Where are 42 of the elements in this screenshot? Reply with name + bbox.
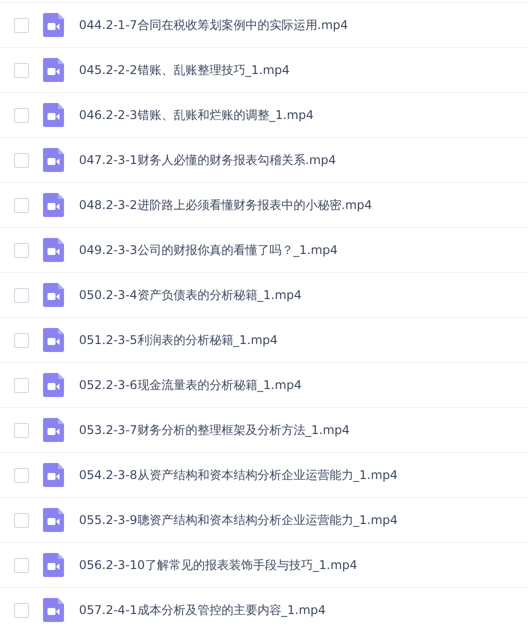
checkbox[interactable] [14,62,29,78]
checkbox[interactable] [14,558,29,572]
video-file-icon [43,418,64,442]
checkbox[interactable] [14,108,29,122]
video-file-icon [43,148,64,172]
file-name[interactable]: 047.2-3-1财务人必懂的财务报表勾稽关系.mp4 [79,151,336,169]
checkbox[interactable] [14,602,29,618]
video-file-icon [43,463,64,487]
file-name[interactable]: 045.2-2-2错账、乱账整理技巧_1.mp4 [79,61,290,79]
checkbox[interactable] [14,18,29,32]
file-name[interactable]: 054.2-3-8从资产结构和资本结构分析企业运营能力_1.mp4 [79,466,398,484]
file-name[interactable]: 056.2-3-10了解常见的报表装饰手段与技巧_1.mp4 [79,556,358,574]
video-file-icon [43,193,64,217]
checkbox[interactable] [14,422,29,438]
checkbox[interactable] [14,378,29,392]
file-name[interactable]: 044.2-1-7合同在税收筹划案例中的实际运用.mp4 [79,16,348,34]
video-file-icon [43,508,64,532]
video-file-icon [43,103,64,127]
video-file-icon [43,328,64,352]
file-name[interactable]: 057.2-4-1成本分析及管控的主要内容_1.mp4 [79,601,326,619]
file-name[interactable]: 049.2-3-3公司的财报你真的看懂了吗？_1.mp4 [79,241,338,259]
checkbox[interactable] [14,512,29,528]
video-file-icon [43,598,64,622]
checkbox[interactable] [14,242,29,258]
video-file-icon [43,58,64,82]
checkbox[interactable] [14,468,29,482]
video-file-icon [43,13,64,37]
checkbox[interactable] [14,288,29,302]
file-name[interactable]: 051.2-3-5利润表的分析秘籍_1.mp4 [79,331,278,349]
file-name[interactable]: 050.2-3-4资产负债表的分析秘籍_1.mp4 [79,286,302,304]
video-file-icon [43,283,64,307]
checkbox[interactable] [14,198,29,212]
video-file-icon [43,553,64,577]
checkbox[interactable] [14,152,29,168]
file-name[interactable]: 053.2-3-7财务分析的整理框架及分析方法_1.mp4 [79,421,350,439]
video-file-icon [43,238,64,262]
video-file-icon [43,373,64,397]
file-name[interactable]: 048.2-3-2进阶路上必须看懂财务报表中的小秘密.mp4 [79,196,372,214]
checkbox[interactable] [14,332,29,348]
file-name[interactable]: 046.2-2-3错账、乱账和烂账的调整_1.mp4 [79,106,314,124]
file-name[interactable]: 052.2-3-6现金流量表的分析秘籍_1.mp4 [79,376,302,394]
file-name[interactable]: 055.2-3-9聰资产结构和资本结构分析企业运营能力_1.mp4 [79,511,398,529]
